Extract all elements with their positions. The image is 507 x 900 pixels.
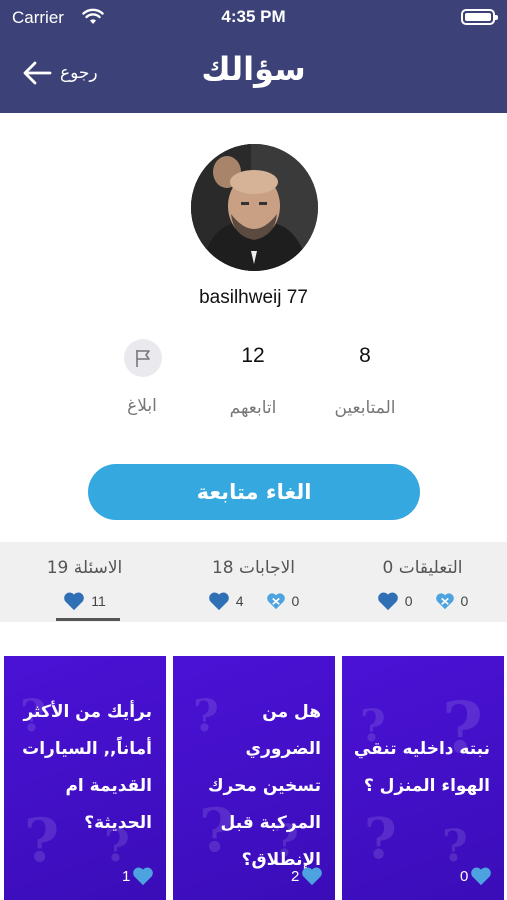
following-stat[interactable]: 12 اتابعهم — [198, 344, 308, 418]
broken-heart-icon — [266, 593, 285, 610]
tab-questions-title: الاسئلة 19 — [46, 558, 123, 578]
unfollow-button[interactable]: الغاء متابعة — [88, 464, 420, 520]
question-text: برأيك من الأكثر أماناً,, السيارات القديم… — [22, 702, 152, 833]
question-mark-decoration: ? — [442, 821, 468, 872]
tab-answers[interactable]: الاجابات 18 4 0 — [169, 542, 338, 622]
heart-icon — [302, 867, 323, 886]
tab-answers-dislikes: 0 — [291, 593, 300, 609]
username: basilhweij 77 — [199, 287, 308, 308]
card-likes: 0 — [460, 866, 492, 886]
tab-comments-title: التعليقات 0 — [382, 558, 463, 578]
followers-label: المتابعين — [334, 398, 396, 418]
card-likes-count: 1 — [122, 867, 131, 885]
followers-count: 8 — [359, 344, 371, 367]
heart-icon — [64, 592, 85, 611]
active-tab-indicator — [56, 618, 120, 621]
top-bar: Carrier 4:35 PM رجوع سؤالك — [0, 0, 507, 113]
question-card[interactable]: ? ? ? برأيك من الأكثر أماناً,, السيارات … — [4, 656, 166, 900]
following-label: اتابعهم — [229, 398, 277, 418]
broken-heart-icon — [435, 593, 454, 610]
app-logo: سؤالك — [201, 50, 306, 88]
card-likes-count: 2 — [291, 867, 300, 885]
heart-icon — [208, 592, 229, 611]
flag-icon — [136, 350, 150, 367]
question-text: هل من الضروري تسخين محرك المركبة قبل الإ… — [207, 702, 321, 870]
avatar-photo — [191, 144, 318, 271]
question-text: نبته داخليه تنقي الهواء المنزل ؟ — [353, 739, 490, 796]
question-mark-decoration: ? — [364, 806, 397, 872]
heart-icon — [377, 592, 398, 611]
tab-comments-counts: 0 0 — [338, 591, 507, 611]
card-likes-count: 0 — [460, 867, 469, 885]
battery-icon — [461, 9, 498, 25]
tab-answers-counts: 4 0 — [169, 591, 338, 611]
card-likes: 1 — [122, 866, 154, 886]
tab-answers-title: الاجابات 18 — [211, 558, 296, 578]
question-grid: ? ? ? ? نبته داخليه تنقي الهواء المنزل ؟… — [0, 656, 507, 900]
question-card[interactable]: ? ? ? ? نبته داخليه تنقي الهواء المنزل ؟… — [342, 656, 504, 900]
report-button[interactable] — [124, 339, 162, 377]
avatar — [191, 144, 318, 271]
tab-questions-counts: 11 — [0, 591, 169, 611]
heart-icon — [133, 867, 154, 886]
status-time: 4:35 PM — [221, 7, 286, 26]
tab-comments-dislikes: 0 — [460, 593, 469, 609]
question-card[interactable]: ? ? ? هل من الضروري تسخين محرك المركبة ق… — [173, 656, 335, 900]
tab-answers-likes: 4 — [235, 593, 244, 609]
card-likes: 2 — [291, 866, 323, 886]
tab-comments-likes: 0 — [404, 593, 413, 609]
tab-questions[interactable]: الاسئلة 19 11 — [0, 542, 169, 622]
status-bar: Carrier 4:35 PM — [0, 0, 507, 36]
tab-questions-likes: 11 — [91, 593, 106, 609]
followers-stat[interactable]: 8 المتابعين — [310, 344, 420, 418]
report-label: ابلاغ — [127, 396, 157, 416]
following-count: 12 — [241, 344, 265, 367]
tab-comments[interactable]: التعليقات 0 0 0 — [338, 542, 507, 622]
profile-tabs: التعليقات 0 0 0 الاجابات 18 4 0 الاسئلة … — [0, 542, 507, 622]
heart-icon — [471, 867, 492, 886]
